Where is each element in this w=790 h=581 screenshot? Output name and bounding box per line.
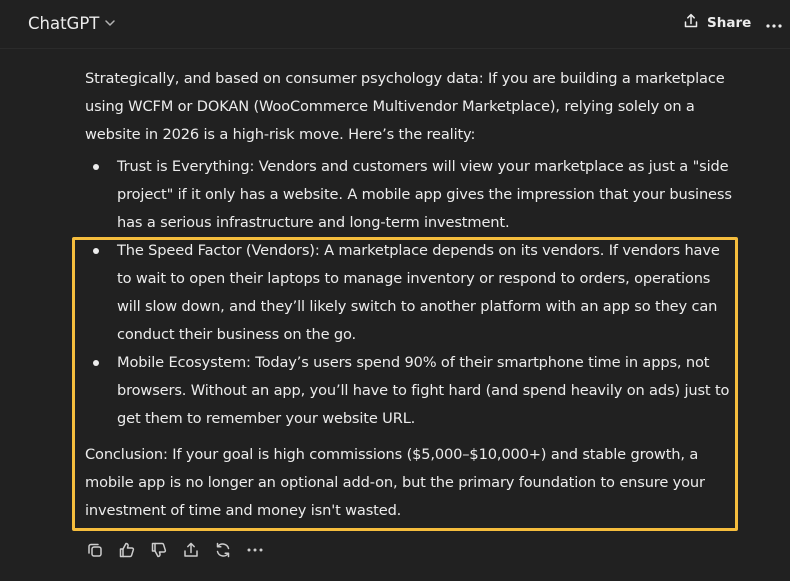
thumbs-up-button[interactable] [117, 540, 137, 560]
model-switcher[interactable]: ChatGPT [28, 11, 116, 35]
regenerate-button[interactable] [213, 540, 233, 560]
message-actions [85, 540, 265, 560]
assistant-message: Strategically, and based on consumer psy… [85, 65, 737, 525]
copy-icon [86, 541, 104, 559]
message-intro: Strategically, and based on consumer psy… [85, 70, 725, 143]
list-item: The Speed Factor (Vendors): A marketplac… [85, 237, 737, 349]
list-item: Trust is Everything: Vendors and custome… [85, 153, 737, 237]
share-message-button[interactable] [181, 540, 201, 560]
list-item: Mobile Ecosystem: Today’s users spend 90… [85, 349, 737, 433]
share-icon [182, 541, 200, 559]
share-icon [683, 13, 699, 33]
model-name: ChatGPT [28, 13, 100, 33]
message-conclusion: Conclusion: If your goal is high commiss… [85, 446, 705, 519]
more-horizontal-icon [765, 14, 783, 33]
more-actions-button[interactable] [245, 540, 265, 560]
copy-button[interactable] [85, 540, 105, 560]
bullet-list: Trust is Everything: Vendors and custome… [85, 153, 737, 433]
share-label: Share [707, 15, 752, 31]
share-button[interactable]: Share [683, 13, 751, 33]
more-options-button[interactable] [764, 13, 784, 33]
thumbs-down-icon [150, 541, 168, 559]
thumbs-up-icon [118, 541, 136, 559]
thumbs-down-button[interactable] [149, 540, 169, 560]
top-bar: ChatGPT Share [0, 0, 790, 49]
more-horizontal-icon [246, 547, 264, 553]
chevron-down-icon [104, 17, 116, 29]
regenerate-icon [214, 541, 232, 559]
